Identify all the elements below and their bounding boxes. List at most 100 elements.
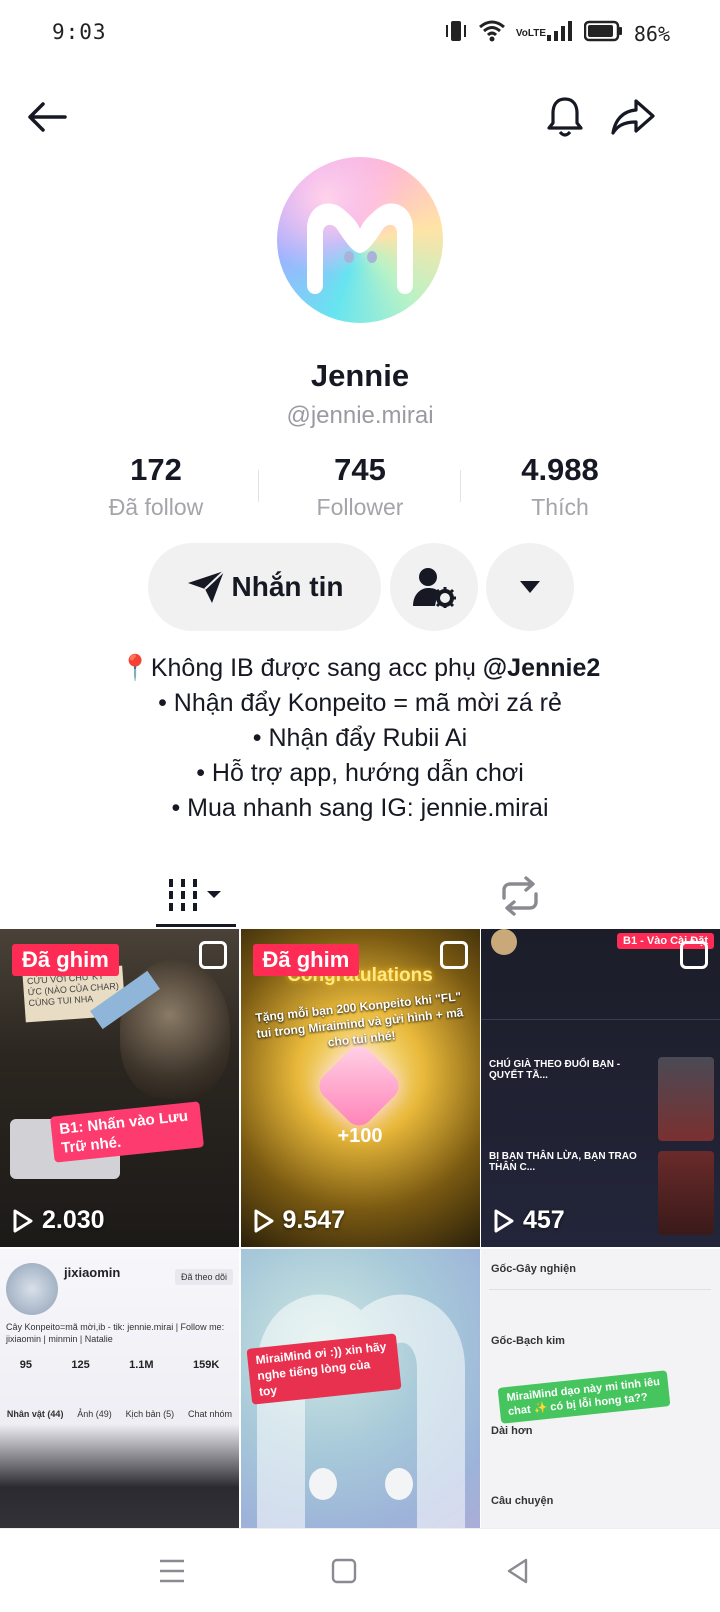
wifi-icon	[478, 19, 506, 48]
play-icon	[13, 1209, 33, 1232]
profile-actions: Nhắn tin	[0, 543, 720, 631]
mini-stats: 95 125 1.1M 159K	[0, 1359, 239, 1371]
play-icon	[254, 1209, 273, 1232]
stat-following-count: 172	[130, 452, 182, 487]
model-item: Câu chuyện	[491, 1495, 554, 1507]
pinned-badge: Đã ghim	[12, 944, 119, 976]
video-thumbnail[interactable]: jixiaomin Đã theo dõi Cây Konpeito=mã mờ…	[0, 1249, 239, 1567]
more-dropdown-button[interactable]	[486, 543, 574, 631]
bio-line: • Hỗ trợ app, hướng dẫn chơi	[196, 759, 524, 787]
system-nav-bar	[0, 1528, 720, 1612]
system-back-button[interactable]	[496, 1551, 540, 1591]
stat-likes-count: 4.988	[521, 452, 599, 487]
mini-stat: 159K	[193, 1359, 220, 1371]
bio-mention-link[interactable]: @Jennie2	[483, 654, 600, 682]
bio-line: 📍Không IB được sang acc phụ @Jennie2	[0, 651, 720, 686]
video-thumbnail[interactable]: B1 - Vào Cài Đặt CHÚ GIÀ THEO ĐUỔI BẠN -…	[481, 929, 720, 1247]
user-settings-button[interactable]	[390, 543, 478, 631]
triangle-back-icon	[507, 1558, 528, 1584]
select-box-icon	[439, 941, 468, 969]
mirai-logo-icon	[256, 1294, 465, 1567]
model-item: Gốc-Bạch kim	[491, 1335, 565, 1347]
square-icon	[331, 1558, 357, 1584]
view-count: 2.030	[12, 1206, 105, 1235]
top-nav	[0, 86, 720, 146]
mini-username: jixiaomin	[64, 1265, 121, 1280]
model-item: Dài hơn	[491, 1425, 533, 1437]
mini-stat: 95	[19, 1359, 32, 1371]
username: @jennie.mirai	[286, 402, 434, 429]
vibrate-icon	[444, 18, 468, 49]
mini-avatar	[6, 1263, 58, 1315]
view-count-text: 2.030	[42, 1206, 105, 1234]
story-title: CHÚ GIÀ THEO ĐUỔI BẠN - QUYẾT TẦ...	[489, 1059, 621, 1081]
tab-videos[interactable]	[156, 864, 236, 928]
repost-icon	[502, 876, 538, 916]
view-count: 9.547	[253, 1206, 345, 1235]
reward-amount: +100	[337, 1125, 383, 1147]
stat-following[interactable]: 172 Đã follow	[56, 452, 256, 521]
recent-apps-button[interactable]	[150, 1551, 194, 1591]
status-bar: 9:03 VoLTE 86%	[0, 0, 720, 66]
gem-icon	[313, 1040, 404, 1132]
select-box-icon	[680, 941, 708, 969]
mini-tab: Chat nhóm	[188, 1409, 233, 1419]
bio-line: • Nhận đẩy Konpeito = mã mời zá rẻ	[158, 689, 562, 717]
model-item: Gốc-Gây nghiện	[491, 1263, 576, 1275]
content-tabs	[0, 864, 720, 928]
story-cover	[658, 1057, 714, 1141]
menu-lines-icon	[160, 1559, 184, 1583]
back-arrow-icon	[28, 102, 67, 132]
caption-sticker: MiraiMind dạo này mi tinh iêu chat ✨ có …	[497, 1370, 671, 1424]
stat-followers-count: 745	[334, 452, 386, 487]
user-gear-icon	[413, 568, 456, 608]
view-count-text: 457	[523, 1206, 565, 1234]
message-button-label: Nhắn tin	[231, 571, 344, 602]
mirai-logo-icon	[307, 203, 413, 294]
status-time: 9:03	[52, 20, 107, 44]
display-name: Jennie	[310, 358, 410, 393]
avatar[interactable]	[277, 157, 443, 323]
tab-reposts[interactable]	[480, 864, 560, 928]
mini-tab: Ảnh (49)	[77, 1409, 112, 1419]
mini-bio: Cây Konpeito=mã mời,ib - tik: jennie.mir…	[6, 1322, 225, 1344]
caret-down-icon	[520, 581, 540, 593]
bell-icon	[547, 97, 583, 137]
mini-stat: 1.1M	[129, 1359, 154, 1371]
signal-icon	[546, 20, 574, 47]
story-title: BỊ BẠN THÂN LỪA, BẠN TRAO THÂN C...	[489, 1151, 637, 1173]
stat-following-label: Đã follow	[108, 494, 204, 520]
grid-bars-icon	[169, 879, 221, 911]
mini-tab: Nhân vật (44)	[6, 1409, 64, 1419]
profile-stats: 172 Đã follow 745 Follower 4.988 Thích	[0, 452, 720, 522]
tab-active-indicator	[156, 924, 236, 927]
stat-likes: 4.988 Thích	[460, 452, 660, 521]
video-thumbnail[interactable]: MiraiMind ơi :)) xin hãy nghe tiếng lòng…	[240, 1249, 480, 1567]
instruction-sticker: B1: Nhấn vào Lưu Trữ nhé.	[50, 1101, 204, 1163]
notification-button[interactable]	[540, 92, 590, 142]
video-grid: Đã ghim CỨU VỚI CHỨ KÝ ỨC (NÀO CỦA CHAR)…	[0, 929, 720, 1567]
home-button[interactable]	[322, 1551, 366, 1591]
stat-followers[interactable]: 745 Follower	[260, 452, 460, 521]
share-button[interactable]	[608, 92, 658, 142]
video-thumbnail[interactable]: Gốc-Gây nghiện Gốc-Bạch kim MiraiMind dạ…	[481, 1249, 720, 1567]
pinned-badge: Đã ghim	[252, 944, 360, 976]
story-cover	[658, 1151, 714, 1235]
bio-line-text: 📍Không IB được sang acc phụ	[119, 654, 483, 682]
video-thumbnail[interactable]: Đã ghim Congratulations Tặng mỗi bạn 200…	[240, 929, 480, 1247]
battery-icon	[583, 20, 624, 47]
bio-line: • Mua nhanh sang IG: jennie.mirai	[171, 794, 549, 822]
video-thumbnail[interactable]: Đã ghim CỨU VỚI CHỨ KÝ ỨC (NÀO CỦA CHAR)…	[0, 929, 239, 1247]
select-box-icon	[199, 941, 227, 969]
status-icons: VoLTE 86%	[444, 18, 670, 49]
stat-likes-label: Thích	[531, 494, 589, 520]
send-icon	[187, 570, 225, 603]
divider	[481, 1019, 720, 1020]
battery-percent: 86%	[633, 21, 670, 46]
back-button[interactable]	[22, 92, 72, 142]
divider	[489, 1289, 711, 1290]
play-icon	[494, 1209, 514, 1232]
stat-divider	[258, 470, 259, 502]
message-button[interactable]: Nhắn tin	[148, 543, 381, 631]
follow-state: Đã theo dõi	[174, 1269, 233, 1285]
